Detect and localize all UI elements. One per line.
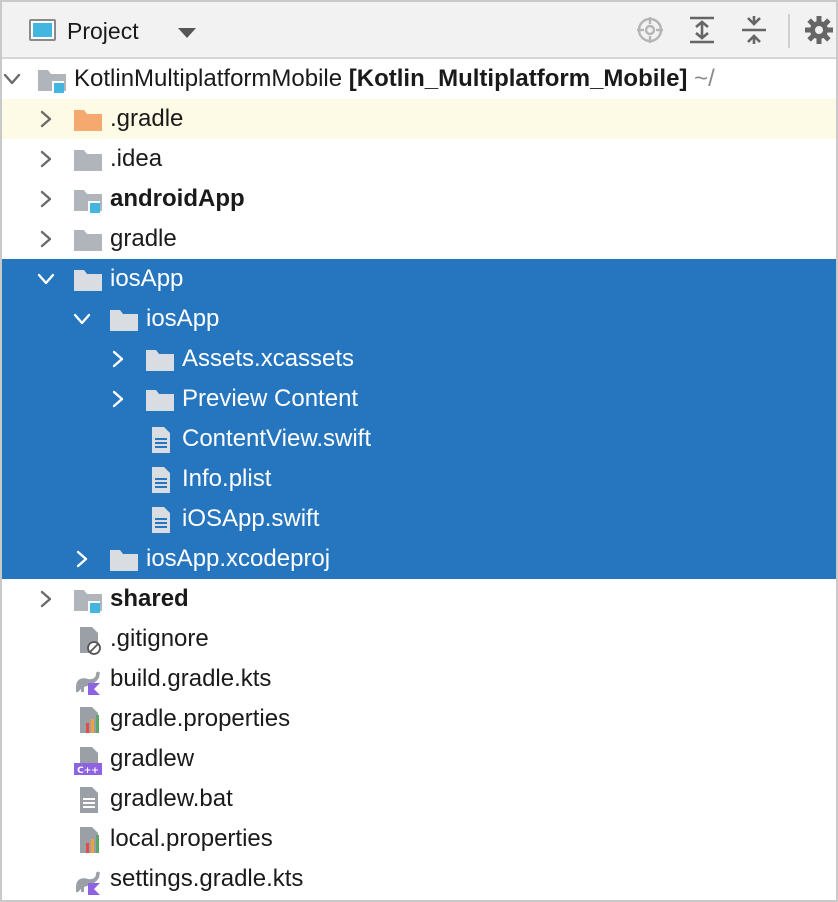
tree-item-label: build.gradle.kts xyxy=(110,665,272,692)
tree-item-iosapp-inner[interactable]: iosApp xyxy=(2,299,836,339)
tree-item-label: ContentView.swift xyxy=(182,425,371,452)
chevron-right-icon[interactable] xyxy=(72,549,92,569)
module-folder-icon xyxy=(72,185,104,215)
folder-icon xyxy=(108,545,140,575)
root-name: KotlinMultiplatformMobile xyxy=(74,65,343,92)
chevron-right-icon[interactable] xyxy=(36,229,56,249)
tree-item-xcodeproj[interactable]: iosApp.xcodeproj xyxy=(2,539,836,579)
chevron-right-icon[interactable] xyxy=(36,589,56,609)
tree-item-gitignore[interactable]: .gitignore xyxy=(2,619,836,659)
folder-icon xyxy=(72,145,104,175)
view-selector-chevron-down-icon[interactable] xyxy=(178,28,196,38)
toolbar-separator xyxy=(788,14,790,48)
module-folder-icon xyxy=(36,65,68,95)
folder-icon xyxy=(72,225,104,255)
folder-icon xyxy=(144,385,176,415)
tree-item-label: settings.gradle.kts xyxy=(110,865,304,892)
tree-item-androidapp[interactable]: androidApp xyxy=(2,179,836,219)
chevron-right-icon[interactable] xyxy=(108,389,128,409)
tree-item-label: Info.plist xyxy=(182,465,272,492)
tree-item-label: .idea xyxy=(110,145,163,172)
tree-item-shared[interactable]: shared xyxy=(2,579,836,619)
tree-item-preview-content[interactable]: Preview Content xyxy=(2,379,836,419)
gradle-kotlin-file-icon xyxy=(72,665,104,695)
tree-item-label: androidApp xyxy=(110,185,245,212)
tree-item-label: Preview Content xyxy=(182,385,359,412)
root-path: ~/ xyxy=(694,65,715,92)
tree-item-label: gradlew xyxy=(110,745,195,772)
cpp-file-icon xyxy=(72,745,104,775)
tree-item-label: gradlew.bat xyxy=(110,785,233,812)
chevron-right-icon[interactable] xyxy=(108,349,128,369)
select-opened-file-icon[interactable] xyxy=(634,14,666,46)
folder-icon xyxy=(108,305,140,335)
collapse-all-icon[interactable] xyxy=(738,14,770,46)
text-file-icon xyxy=(72,785,104,815)
folder-icon xyxy=(144,345,176,375)
tree-item-gradle-cache[interactable]: .gradle xyxy=(2,99,836,139)
tree-item-settings-gradle-kts[interactable]: settings.gradle.kts xyxy=(2,859,836,899)
project-toolbar: Project xyxy=(2,2,836,59)
expand-all-icon[interactable] xyxy=(686,14,718,46)
tree-root-label: KotlinMultiplatformMobile [Kotlin_Multip… xyxy=(74,65,715,93)
project-view-icon xyxy=(29,19,56,41)
root-module-name: [Kotlin_Multiplatform_Mobile] xyxy=(348,65,688,92)
tree-item-label: iOSApp.swift xyxy=(182,505,320,532)
tree-item-contentview[interactable]: ContentView.swift xyxy=(2,419,836,459)
settings-gear-icon[interactable] xyxy=(803,14,835,46)
properties-file-icon xyxy=(72,825,104,855)
project-tool-window: Project KotlinMultiplatformMobile [Kotli… xyxy=(0,0,838,902)
tree-item-label: local.properties xyxy=(110,825,273,852)
tree-item-gradlew-bat[interactable]: gradlew.bat xyxy=(2,779,836,819)
folder-icon xyxy=(72,265,104,295)
tree-item-label: .gradle xyxy=(110,105,184,132)
tree-item-label: iosApp.xcodeproj xyxy=(146,545,331,572)
tree-root-row[interactable]: KotlinMultiplatformMobile [Kotlin_Multip… xyxy=(2,59,836,99)
excluded-folder-icon xyxy=(72,105,104,135)
tree-item-idea[interactable]: .idea xyxy=(2,139,836,179)
text-file-icon xyxy=(144,465,176,495)
tree-item-assets[interactable]: Assets.xcassets xyxy=(2,339,836,379)
tree-item-iosapp-swift[interactable]: iOSApp.swift xyxy=(2,499,836,539)
tree-item-label: gradle.properties xyxy=(110,705,291,732)
module-folder-icon xyxy=(72,585,104,615)
tree-item-build-gradle-kts[interactable]: build.gradle.kts xyxy=(2,659,836,699)
ignore-file-icon xyxy=(72,625,104,655)
tree-item-label: gradle xyxy=(110,225,177,252)
tree-item-iosapp[interactable]: iosApp xyxy=(2,259,836,299)
chevron-right-icon[interactable] xyxy=(36,109,56,129)
tree-item-gradle[interactable]: gradle xyxy=(2,219,836,259)
chevron-down-icon[interactable] xyxy=(2,69,22,89)
tree-item-label: iosApp xyxy=(110,265,184,292)
chevron-right-icon[interactable] xyxy=(36,189,56,209)
chevron-down-icon[interactable] xyxy=(36,269,56,289)
properties-file-icon xyxy=(72,705,104,735)
tree-item-info-plist[interactable]: Info.plist xyxy=(2,459,836,499)
chevron-right-icon[interactable] xyxy=(36,149,56,169)
gradle-kotlin-file-icon xyxy=(72,865,104,895)
tree-item-local-properties[interactable]: local.properties xyxy=(2,819,836,859)
chevron-down-icon[interactable] xyxy=(72,309,92,329)
tree-item-label: .gitignore xyxy=(110,625,209,652)
tree-item-gradlew[interactable]: gradlew xyxy=(2,739,836,779)
text-file-icon xyxy=(144,505,176,535)
tree-item-label: Assets.xcassets xyxy=(182,345,355,372)
text-file-icon xyxy=(144,425,176,455)
tree-item-label: shared xyxy=(110,585,189,612)
view-selector-label[interactable]: Project xyxy=(67,18,139,44)
tree-item-gradle-properties[interactable]: gradle.properties xyxy=(2,699,836,739)
tree-item-label: iosApp xyxy=(146,305,220,332)
